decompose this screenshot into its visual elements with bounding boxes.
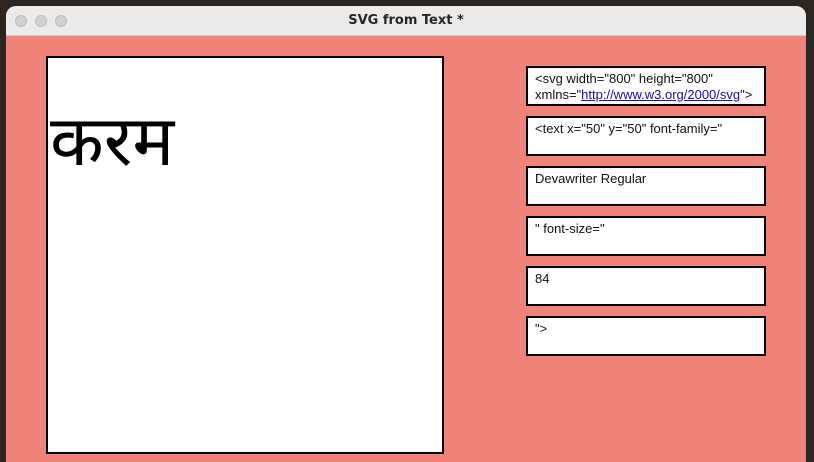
- svg-open-suffix: ">: [740, 87, 753, 102]
- font-size-attr-field[interactable]: " font-size=": [526, 216, 766, 256]
- svg-open-tag-field[interactable]: <svg width="800" height="800" xmlns="htt…: [526, 66, 766, 106]
- app-window: SVG from Text * करम <svg width="800" hei…: [6, 6, 806, 462]
- text-open-tag-field[interactable]: <text x="50" y="50" font-family=": [526, 116, 766, 156]
- text-close-field[interactable]: ">: [526, 316, 766, 356]
- font-family-field[interactable]: Devawriter Regular: [526, 166, 766, 206]
- svg-namespace-link[interactable]: http://www.w3.org/2000/svg: [581, 87, 740, 102]
- preview-text: करम: [50, 100, 175, 182]
- window-title: SVG from Text *: [348, 13, 464, 28]
- svg-preview-canvas: करम: [46, 56, 444, 454]
- title-bar: SVG from Text *: [6, 6, 806, 36]
- font-size-field[interactable]: 84: [526, 266, 766, 306]
